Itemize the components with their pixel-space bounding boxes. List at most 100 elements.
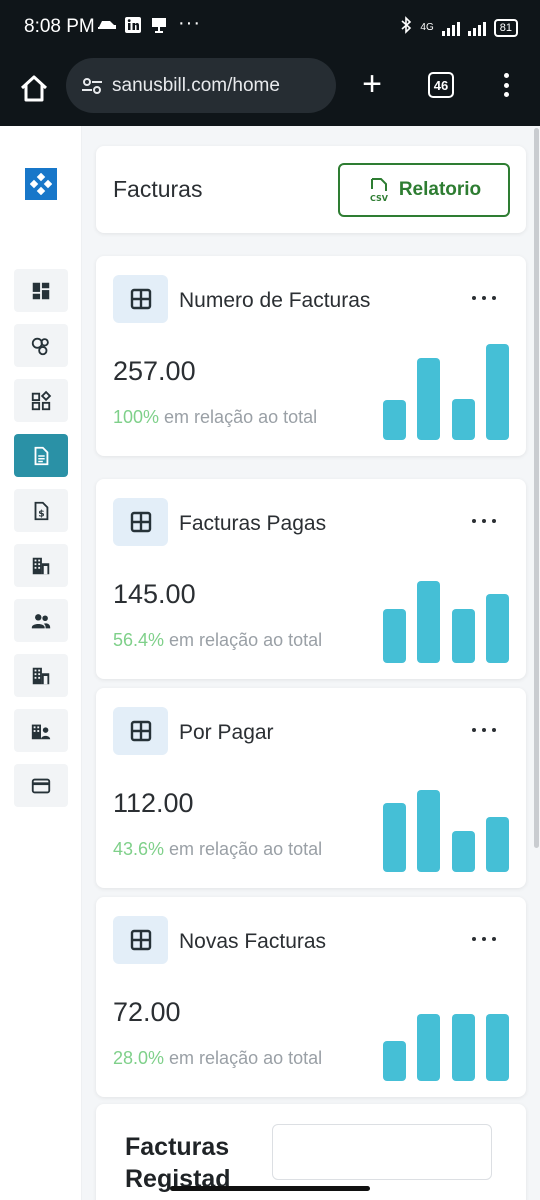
stat-value: 112.00	[113, 788, 194, 818]
page-header-card: Facturas CSV Relatorio	[96, 146, 526, 233]
mini-chart-bar	[452, 1014, 475, 1081]
sidebar-item-people[interactable]	[14, 599, 68, 642]
app-logo[interactable]	[25, 168, 57, 200]
grid-icon	[113, 707, 168, 755]
mini-chart-bar	[383, 803, 406, 872]
address-bar[interactable]: sanusbill.com/home	[66, 58, 336, 113]
linkedin-icon	[123, 16, 143, 34]
network-type: 4G	[420, 22, 434, 33]
more-notifications-icon: ···	[178, 12, 201, 34]
stat-percent-suffix: em relação ao total	[164, 1048, 323, 1068]
main-content: Facturas CSV Relatorio Numero de Factura…	[82, 126, 540, 1200]
mini-chart-bar	[417, 581, 440, 663]
document-icon	[34, 446, 49, 465]
stat-percent: 43.6%	[113, 839, 165, 859]
mini-bar-chart	[383, 897, 511, 1081]
sidebar-item-invoices[interactable]	[14, 434, 68, 477]
status-bar: 8:08 PM ··· 4G 81	[0, 0, 540, 56]
report-button[interactable]: CSV Relatorio	[338, 163, 510, 217]
stat-card: Novas Facturas 72.00 28.0% em relação ao t…	[96, 897, 526, 1097]
mini-chart-bar	[452, 609, 475, 663]
bluetooth-icon	[400, 16, 412, 39]
mini-chart-bar	[383, 1041, 406, 1081]
mini-chart-bar	[486, 344, 509, 440]
new-tab-button[interactable]: +	[356, 67, 388, 101]
mini-bar-chart	[383, 688, 511, 872]
sidebar-item-bubbles[interactable]	[14, 324, 68, 367]
presentation-icon	[149, 16, 169, 34]
mini-chart-bar	[486, 594, 509, 663]
browser-toolbar: sanusbill.com/home + 46	[0, 56, 540, 126]
mini-bar-chart	[383, 256, 511, 440]
url-text[interactable]: sanusbill.com/home	[112, 75, 280, 97]
home-button[interactable]	[16, 71, 52, 107]
stat-value: 257.00	[113, 356, 196, 386]
sidebar-item-payments[interactable]	[14, 764, 68, 807]
mini-chart-bar	[486, 817, 509, 872]
stat-label: Novas Facturas	[179, 930, 327, 953]
sidebar-item-companies[interactable]	[14, 544, 68, 587]
dashboard-icon	[32, 282, 50, 299]
stat-value: 72.00	[113, 997, 181, 1027]
mini-chart-bar	[417, 790, 440, 872]
grid-icon	[113, 916, 168, 964]
building-icon	[32, 557, 50, 574]
car-icon	[97, 16, 117, 34]
stat-percent: 28.0%	[113, 1048, 165, 1068]
stat-card: Facturas Pagas 145.00 56.4% em relação ao …	[96, 479, 526, 679]
mini-chart-bar	[417, 1014, 440, 1081]
stat-value: 145.00	[113, 579, 196, 609]
sidebar-item-branches[interactable]	[14, 654, 68, 697]
svg-text:CSV: CSV	[370, 194, 389, 203]
credit-card-icon	[31, 778, 51, 793]
stat-percent-line: 28.0% em relação ao total	[113, 1048, 322, 1069]
mini-bar-chart	[383, 479, 511, 663]
grid-icon	[113, 275, 168, 323]
report-button-label: Relatorio	[398, 179, 482, 200]
browser-menu-button[interactable]	[498, 70, 514, 100]
stat-percent-line: 43.6% em relação ao total	[113, 839, 322, 860]
signal-icon-2	[467, 20, 486, 36]
page-title: Facturas	[113, 176, 203, 202]
sidebar: $	[0, 126, 82, 1200]
stat-percent: 56.4%	[113, 630, 165, 650]
stat-card: Por Pagar 112.00 43.6% em relação ao total	[96, 688, 526, 888]
mini-chart-bar	[452, 831, 475, 872]
stat-percent: 100%	[113, 407, 160, 427]
sidebar-item-dashboard[interactable]	[14, 269, 68, 312]
stat-percent-line: 56.4% em relação ao total	[113, 630, 322, 651]
bubbles-icon	[31, 337, 49, 355]
invoice-dollar-icon: $	[34, 501, 49, 520]
widgets-icon	[31, 390, 52, 410]
mini-chart-bar	[417, 358, 440, 440]
building-icon	[32, 667, 50, 684]
home-icon	[20, 75, 48, 102]
status-right: 4G 81	[400, 16, 518, 39]
tab-switcher-button[interactable]: 46	[428, 72, 454, 98]
mini-chart-bar	[383, 609, 406, 663]
csv-file-icon: CSV	[370, 178, 389, 203]
battery-indicator: 81	[493, 18, 518, 37]
sidebar-item-clients[interactable]	[14, 709, 68, 752]
grid-icon	[113, 498, 168, 546]
svg-text:$: $	[38, 508, 44, 519]
filter-input[interactable]	[272, 1124, 492, 1180]
stat-percent-line: 100% em relação ao total	[113, 407, 317, 428]
mini-chart-bar	[486, 1014, 509, 1081]
stat-label: Por Pagar	[179, 721, 274, 744]
stat-label: Numero de Facturas	[179, 289, 371, 312]
sidebar-item-billing[interactable]: $	[14, 489, 68, 532]
stat-percent-suffix: em relação ao total	[164, 630, 323, 650]
stat-card: Numero de Facturas 257.00 100% em relação …	[96, 256, 526, 456]
status-time: 8:08 PM	[24, 16, 95, 37]
business-people-icon	[31, 724, 51, 739]
status-notification-icons	[97, 16, 169, 34]
scrollbar[interactable]	[534, 128, 539, 848]
gesture-bar[interactable]	[170, 1186, 370, 1191]
sidebar-item-widgets[interactable]	[14, 379, 68, 422]
stat-percent-suffix: em relação ao total	[159, 407, 318, 427]
logo-icon	[30, 173, 52, 195]
site-settings-icon[interactable]	[80, 74, 104, 98]
stat-label: Facturas Pagas	[179, 512, 327, 535]
mini-chart-bar	[383, 400, 406, 440]
